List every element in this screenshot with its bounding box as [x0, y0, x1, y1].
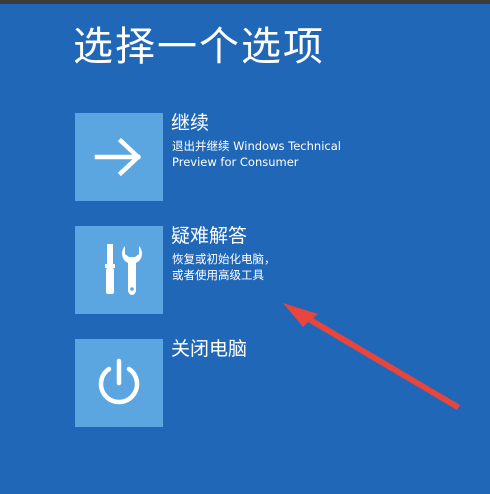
shutdown-tile[interactable] [75, 339, 163, 427]
tools-icon [105, 244, 142, 295]
continue-option-title: 继续 [171, 112, 210, 134]
shutdown-option-title: 关闭电脑 [171, 338, 248, 360]
troubleshoot-option-title: 疑难解答 [171, 225, 248, 247]
continue-tile[interactable] [75, 113, 163, 201]
shutdown-option[interactable]: 关闭电脑 [75, 338, 455, 429]
troubleshoot-option-description: 恢复或初始化电脑， 或者使用高级工具 [172, 252, 276, 282]
continue-option-description: 退出并继续 Windows Technical Preview for Cons… [172, 139, 341, 169]
arrow-right-icon [94, 137, 142, 177]
troubleshoot-option[interactable]: 疑难解答 恢复或初始化电脑， 或者使用高级工具 [75, 225, 455, 316]
top-window-strip [0, 0, 490, 4]
troubleshoot-tile[interactable] [75, 226, 163, 314]
continue-option[interactable]: 继续 退出并继续 Windows Technical Preview for C… [75, 112, 455, 203]
power-icon [98, 358, 140, 405]
page-title: 选择一个选项 [73, 24, 325, 70]
